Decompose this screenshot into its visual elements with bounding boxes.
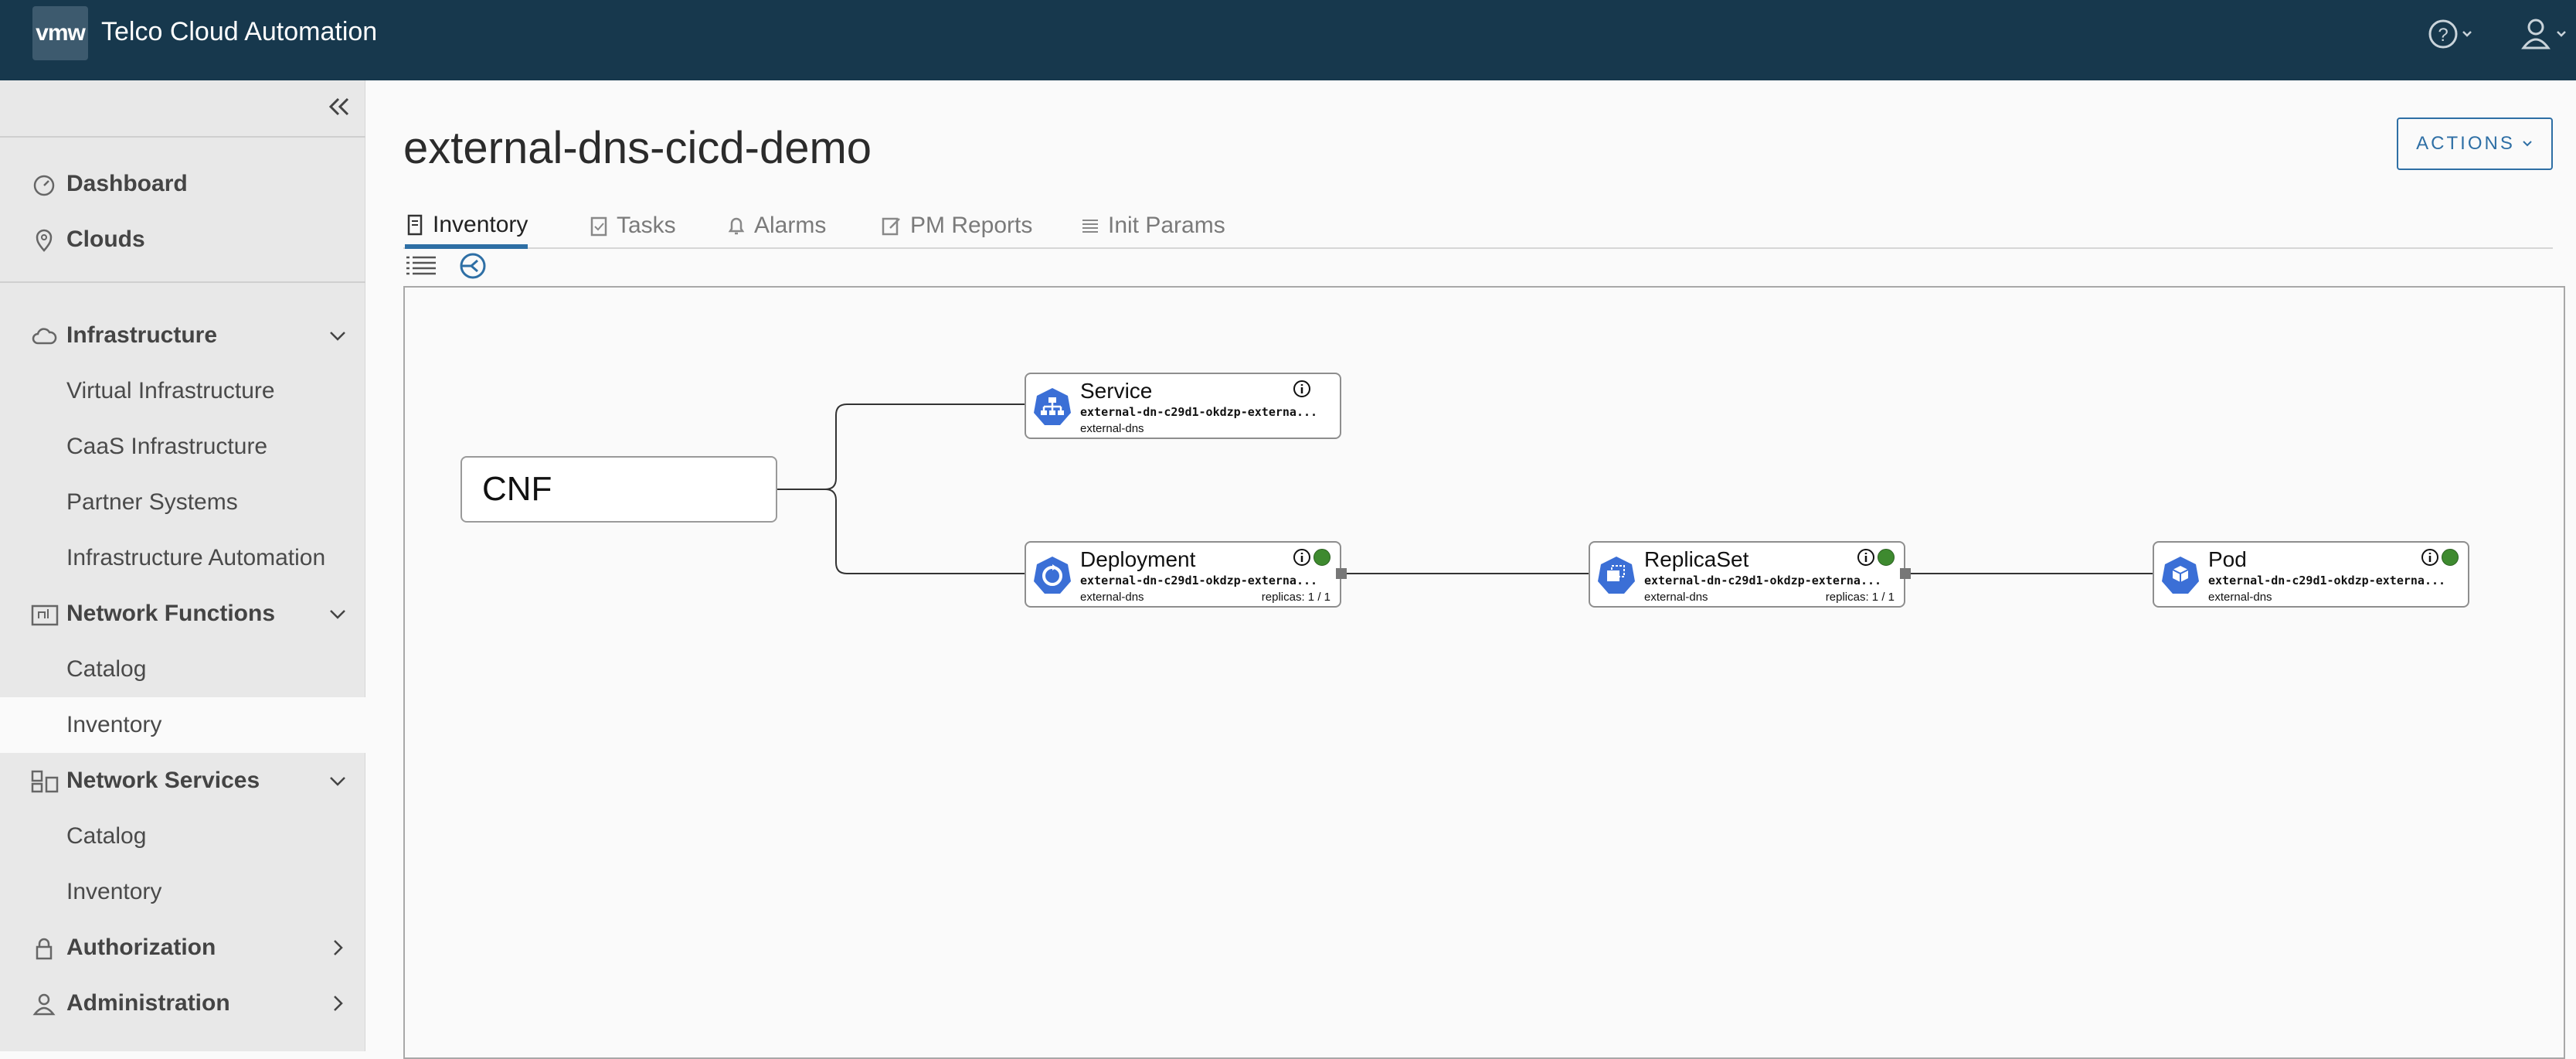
node-replicas: replicas: 1 / 1	[1825, 591, 1895, 604]
status-indicator	[1313, 549, 1330, 566]
connector-port	[1336, 568, 1347, 579]
info-icon[interactable]	[1856, 547, 1876, 567]
node-resource-name: external-dn-c29d1-okdzp-externa...	[2208, 574, 2446, 587]
status-indicator	[1878, 549, 1895, 566]
deployment-node[interactable]: Deployment external-dn-c29d1-okdzp-exter…	[1025, 541, 1341, 608]
k8s-replicaset-icon	[1598, 557, 1635, 594]
cnf-node[interactable]: CNF	[460, 456, 777, 523]
topology-links	[777, 404, 2153, 574]
info-icon[interactable]	[1292, 547, 1312, 567]
node-kind: Deployment	[1080, 547, 1196, 571]
service-node[interactable]: Service external-dn-c29d1-okdzp-externa.…	[1025, 373, 1341, 439]
node-resource-name: external-dn-c29d1-okdzp-externa...	[1080, 405, 1318, 419]
info-icon[interactable]	[1292, 379, 1312, 399]
status-indicator	[2442, 549, 2459, 566]
link-cnf-service	[777, 404, 1025, 490]
node-resource-name: external-dn-c29d1-okdzp-externa...	[1080, 574, 1318, 587]
k8s-pod-icon	[2162, 557, 2199, 594]
node-kind: Service	[1080, 379, 1153, 403]
replicaset-node[interactable]: ReplicaSet external-dn-c29d1-okdzp-exter…	[1589, 541, 1905, 608]
node-namespace: external-dns	[1080, 591, 1144, 604]
node-namespace: external-dns	[1644, 591, 1708, 604]
pod-node[interactable]: Pod external-dn-c29d1-okdzp-externa... e…	[2153, 541, 2469, 608]
node-kind: Pod	[2208, 547, 2247, 571]
node-resource-name: external-dn-c29d1-okdzp-externa...	[1644, 574, 1882, 587]
node-replicas: replicas: 1 / 1	[1261, 591, 1330, 604]
k8s-service-icon	[1034, 388, 1071, 425]
info-icon[interactable]	[2420, 547, 2440, 567]
link-cnf-deployment	[777, 489, 1025, 574]
node-namespace: external-dns	[2208, 591, 2272, 604]
k8s-deployment-icon	[1034, 557, 1071, 594]
node-kind: ReplicaSet	[1644, 547, 1749, 571]
node-namespace: external-dns	[1080, 422, 1144, 435]
connector-port	[1900, 568, 1911, 579]
